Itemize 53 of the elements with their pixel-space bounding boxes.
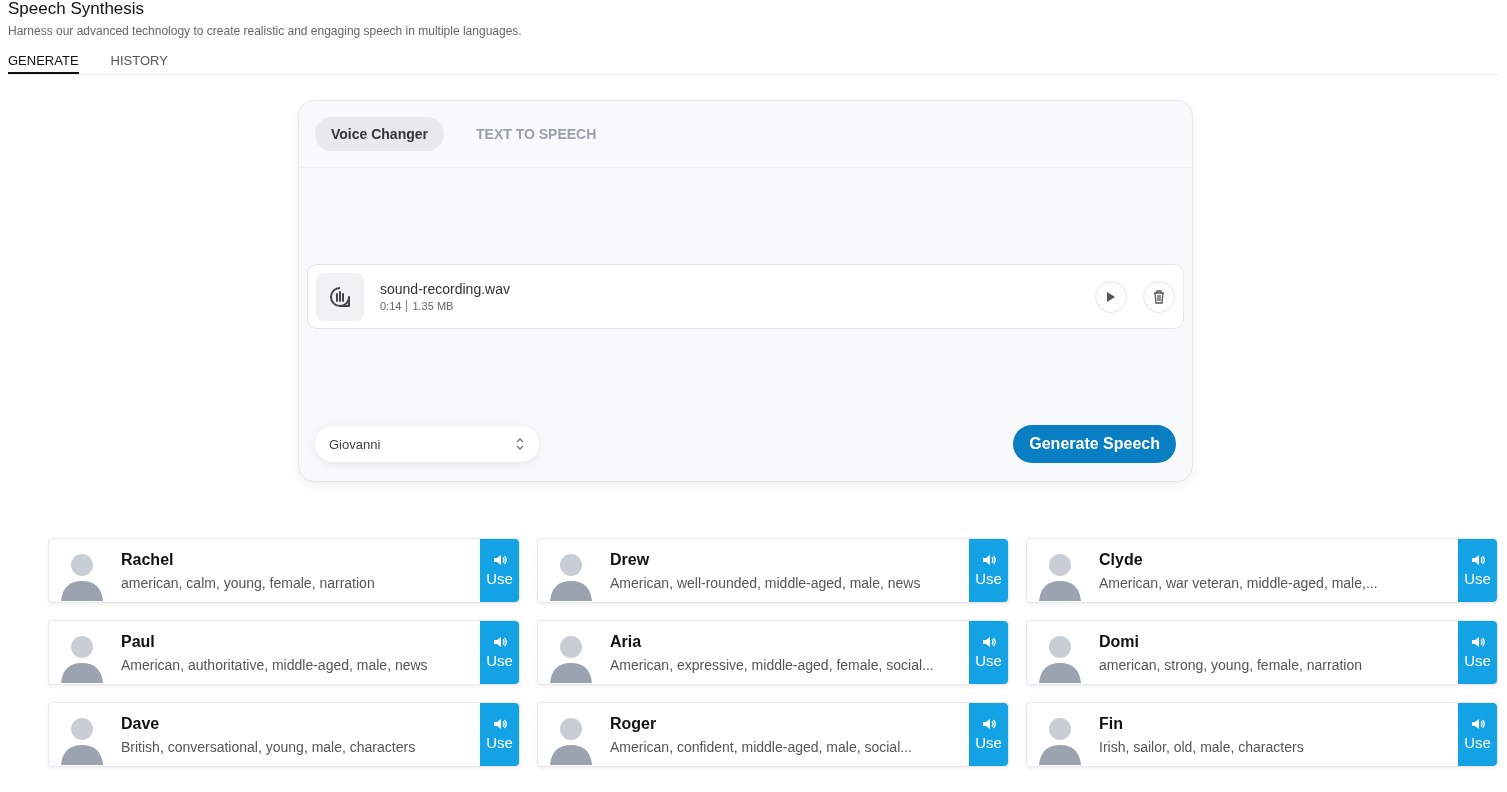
panel-tab[interactable]: Voice Changer (315, 117, 444, 151)
voice-description: American, confident, middle-aged, male, social... (610, 738, 913, 755)
voice-description: american, calm, young, female, narration (121, 574, 376, 591)
page-subtitle: Harness our advanced technology to create realistic and engaging speech in multiple languages. (8, 24, 523, 38)
voice-description: British, conversational, young, male, characters (121, 738, 417, 755)
page-title: Speech Synthesis (8, 0, 146, 18)
voice-description: American, expressive, middle-aged, female, social... (610, 656, 935, 673)
voice-description: American, war veteran, middle-aged, male,... (1099, 574, 1379, 591)
voice-description: american, strong, young, female, narration (1099, 656, 1364, 673)
tab[interactable]: GENERATE (8, 52, 79, 74)
speaker-icon (1470, 718, 1485, 730)
voice-name: Paul (121, 632, 156, 651)
speaker-icon (981, 636, 996, 648)
generate-speech-button[interactable]: Generate Speech (1013, 425, 1176, 463)
use-button[interactable]: Use (969, 621, 1008, 684)
trash-icon (1153, 289, 1165, 304)
speaker-icon (492, 554, 507, 566)
use-button[interactable]: Use (480, 703, 519, 766)
use-button[interactable]: Use (1458, 621, 1497, 684)
voice-name: Clyde (1099, 550, 1144, 569)
voice-description: Irish, sailor, old, male, characters (1099, 738, 1305, 755)
use-button[interactable]: Use (969, 703, 1008, 766)
file-name: sound-recording.wav (380, 281, 511, 297)
speaker-icon (492, 636, 507, 648)
audio-wave-icon (316, 272, 364, 321)
use-button[interactable]: Use (1458, 703, 1497, 766)
chevron-up-down-icon (515, 436, 525, 452)
use-button[interactable]: Use (480, 539, 519, 602)
voice-name: Drew (610, 550, 651, 569)
play-button[interactable] (1095, 280, 1127, 313)
voice-name: Rachel (121, 550, 175, 569)
file-size: 1.35 MB (412, 300, 454, 312)
voice-name: Aria (610, 632, 643, 651)
voice-description: American, authoritative, middle-aged, male, news (121, 656, 429, 673)
voice-description: American, well-rounded, middle-aged, male, news (610, 574, 922, 591)
voice-name: Fin (1099, 714, 1124, 733)
delete-button[interactable] (1143, 280, 1175, 313)
use-button[interactable]: Use (480, 621, 519, 684)
speaker-icon (492, 718, 507, 730)
speaker-icon (1470, 636, 1485, 648)
voice-name: Roger (610, 714, 658, 733)
panel-tab[interactable]: TEXT TO SPEECH (460, 117, 613, 151)
file-duration: 0:14 (380, 300, 402, 312)
voice-select[interactable]: Giovanni (315, 426, 539, 462)
speaker-icon (1470, 554, 1485, 566)
play-icon (1106, 290, 1116, 303)
use-button[interactable]: Use (969, 539, 1008, 602)
tab[interactable]: HISTORY (110, 52, 168, 74)
speaker-icon (981, 554, 996, 566)
speaker-icon (981, 718, 996, 730)
voice-name: Domi (1099, 632, 1140, 651)
use-button[interactable]: Use (1458, 539, 1497, 602)
voice-name: Dave (121, 714, 161, 733)
